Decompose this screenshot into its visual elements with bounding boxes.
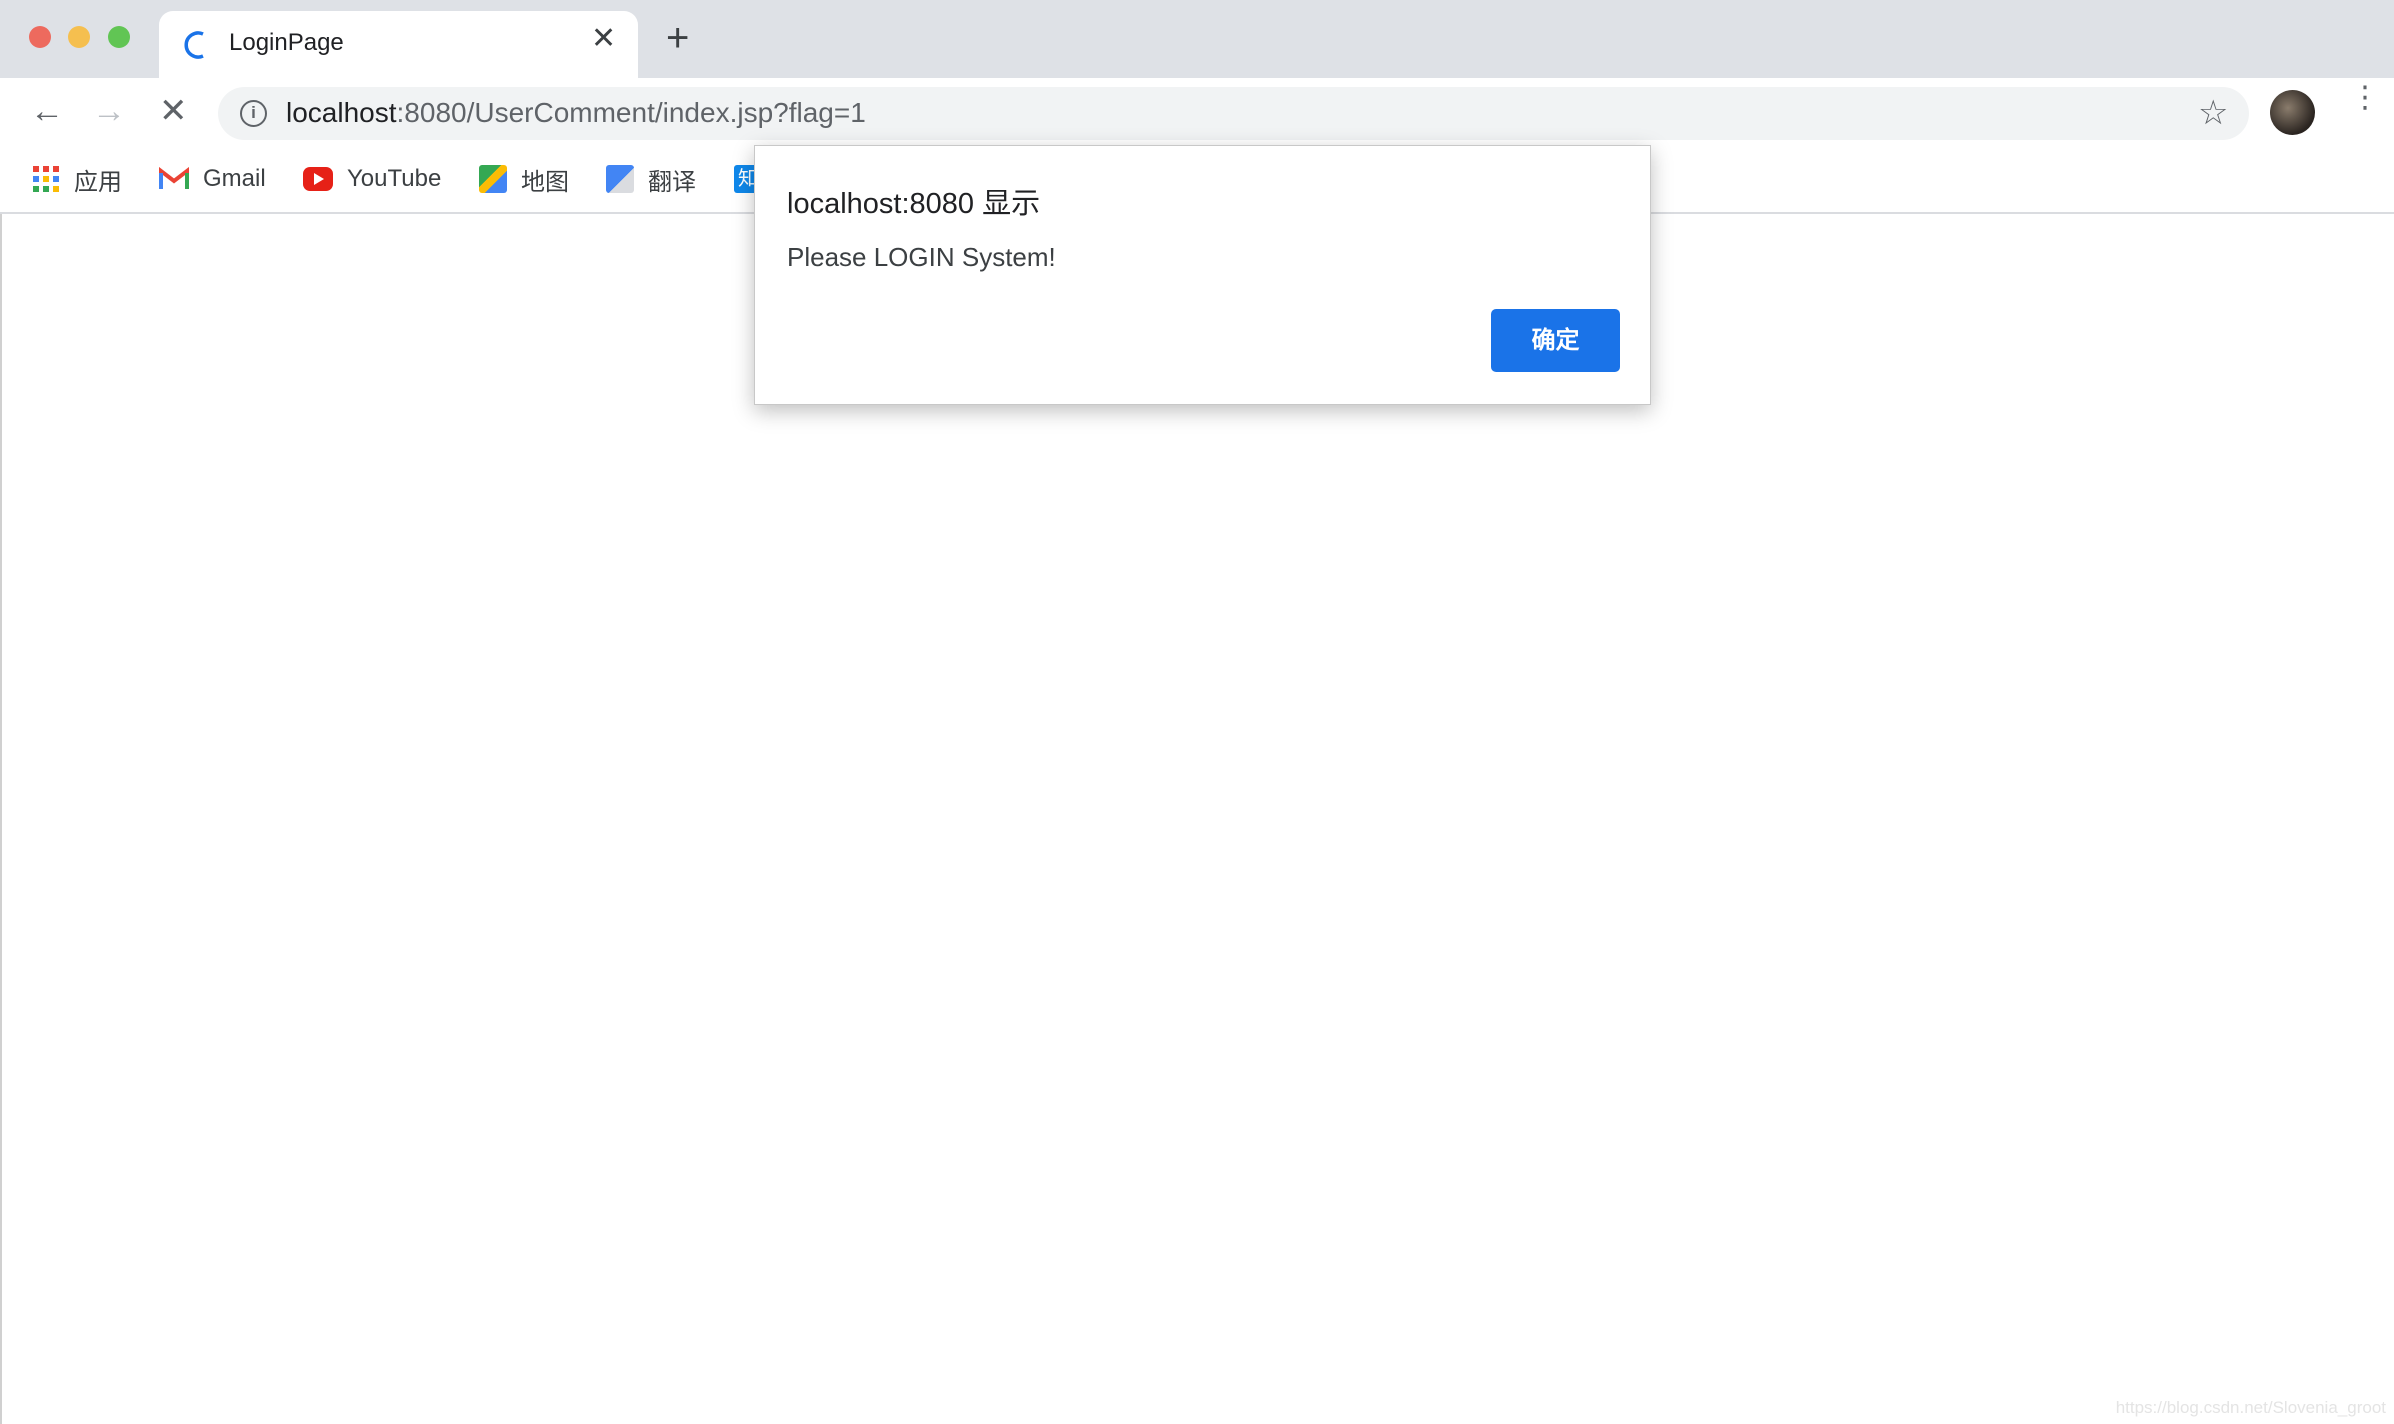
tab-strip: LoginPage ✕ + <box>0 0 2394 78</box>
toolbar: ← → ✕ i localhost:8080/UserComment/index… <box>0 78 2394 145</box>
ok-button[interactable]: 确定 <box>1491 309 1620 372</box>
profile-avatar[interactable] <box>2270 90 2315 135</box>
stop-icon[interactable]: ✕ <box>159 94 188 128</box>
maps-icon <box>479 165 507 193</box>
tab-loginpage[interactable]: LoginPage ✕ <box>159 11 638 78</box>
dialog-message: Please LOGIN System! <box>787 242 1056 272</box>
bookmark-maps[interactable]: 地图 <box>479 163 569 196</box>
watermark: https://blog.csdn.net/Slovenia_groot <box>2115 1398 2386 1417</box>
tab-title: LoginPage <box>229 29 344 56</box>
dialog-title: localhost:8080 显示 <box>787 188 1041 220</box>
forward-icon[interactable]: → <box>92 94 126 128</box>
minimize-window-button[interactable] <box>68 26 90 48</box>
tab-close-icon[interactable]: ✕ <box>591 21 616 56</box>
translate-icon <box>606 165 634 193</box>
bookmark-translate[interactable]: 翻译 <box>606 163 696 196</box>
apps-grid-icon <box>33 166 59 192</box>
address-bar[interactable]: i localhost:8080/UserComment/index.jsp?f… <box>218 87 2249 140</box>
bookmark-star-icon[interactable]: ☆ <box>2198 93 2228 133</box>
url-host: localhost <box>286 97 397 128</box>
window-edge <box>0 214 2 1424</box>
maximize-window-button[interactable] <box>108 26 130 48</box>
loading-spinner-icon <box>184 31 204 59</box>
bookmark-label: 地图 <box>521 168 569 196</box>
bookmark-label: YouTube <box>347 165 442 192</box>
bookmark-label: 翻译 <box>648 168 696 196</box>
gmail-icon <box>159 167 189 189</box>
new-tab-button[interactable]: + <box>666 18 689 58</box>
site-info-icon[interactable]: i <box>240 100 267 127</box>
bookmark-gmail[interactable]: Gmail <box>159 163 266 195</box>
bookmark-youtube[interactable]: YouTube <box>303 163 441 195</box>
bookmark-apps[interactable]: 应用 <box>32 163 122 196</box>
close-window-button[interactable] <box>29 26 51 48</box>
bookmark-label: Gmail <box>203 165 266 192</box>
menu-icon[interactable]: ⋮ <box>2350 83 2380 113</box>
url-path: :8080/UserComment/index.jsp?flag=1 <box>396 97 866 128</box>
youtube-icon <box>303 167 333 191</box>
url-text[interactable]: localhost:8080/UserComment/index.jsp?fla… <box>286 97 866 129</box>
alert-dialog: localhost:8080 显示 Please LOGIN System! 确… <box>754 145 1651 405</box>
bookmark-label: 应用 <box>74 168 122 196</box>
back-icon[interactable]: ← <box>30 94 64 128</box>
